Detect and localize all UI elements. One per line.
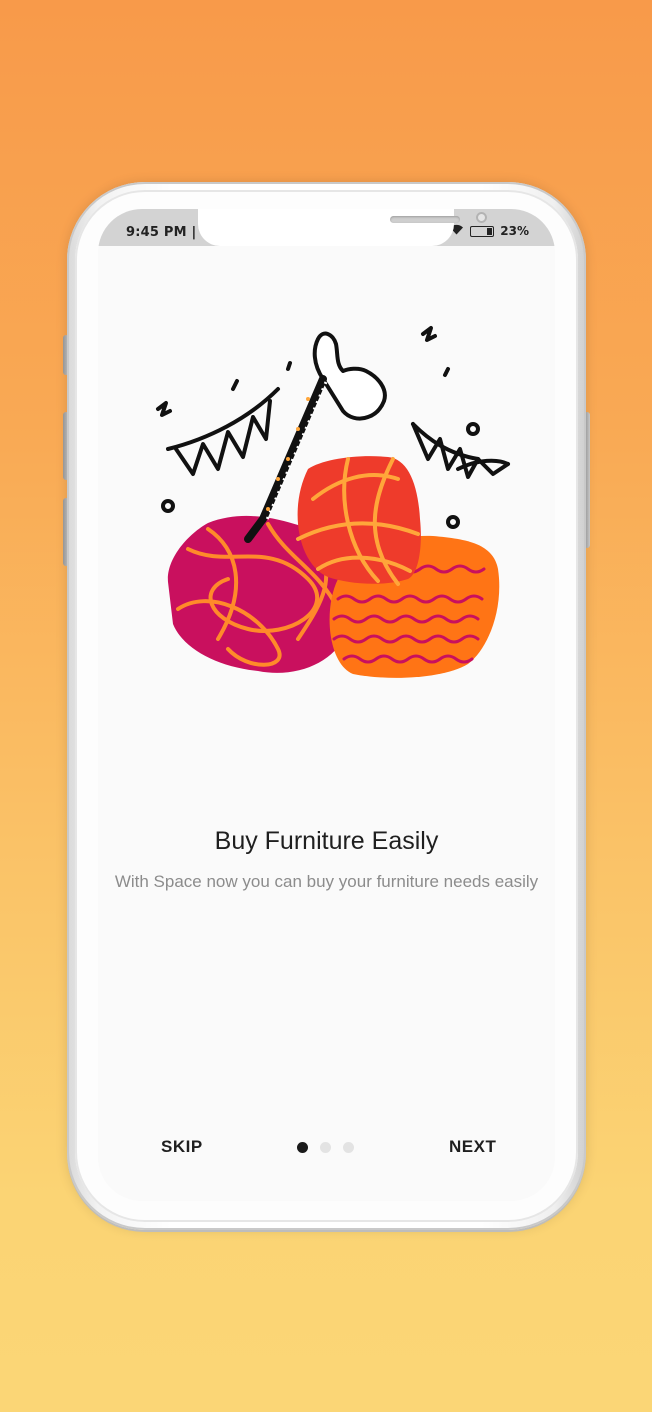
phone-notch xyxy=(198,209,487,246)
status-icons: 23% xyxy=(449,224,529,238)
speaker-grille xyxy=(390,216,460,223)
battery-icon xyxy=(470,225,495,237)
phone-screen: 9:45 PM | 6 23% Buy Furniture Easily Wit… xyxy=(98,209,555,1201)
onboarding-nav: SKIP NEXT xyxy=(98,1131,555,1161)
front-camera xyxy=(476,212,487,223)
onboarding-subtitle: With Space now you can buy your furnitur… xyxy=(114,872,539,891)
next-button[interactable]: NEXT xyxy=(449,1137,496,1157)
onboarding-title: Buy Furniture Easily xyxy=(214,827,439,855)
battery-level: 23% xyxy=(500,224,529,238)
furniture-cushions-illustration xyxy=(156,326,510,678)
page-dot-2[interactable] xyxy=(320,1142,331,1153)
page-dot-3[interactable] xyxy=(343,1142,354,1153)
page-dot-1[interactable] xyxy=(297,1142,308,1153)
page-indicator xyxy=(297,1142,354,1153)
skip-button[interactable]: SKIP xyxy=(161,1137,203,1157)
